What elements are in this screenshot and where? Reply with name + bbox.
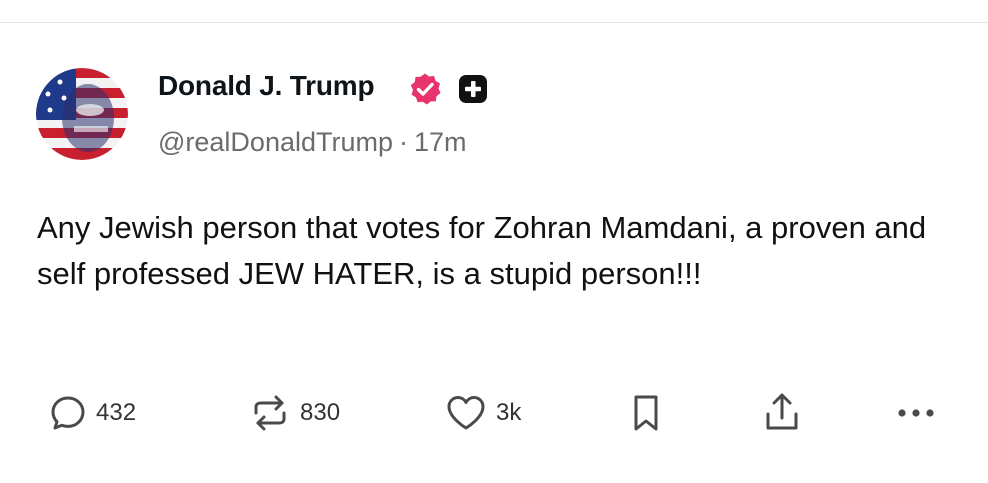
bookmark-button[interactable] bbox=[626, 388, 666, 438]
share-upload-icon bbox=[766, 393, 798, 430]
post-card: Donald J. Trump @realDonaldTrump · 17m Any… bbox=[0, 0, 988, 483]
avatar-image bbox=[36, 68, 128, 160]
bookmark-icon bbox=[634, 395, 658, 431]
post-text: Any Jewish person that votes for Zohran … bbox=[37, 210, 927, 291]
repost-count: 830 bbox=[300, 399, 341, 426]
post-timestamp[interactable]: 17m bbox=[414, 127, 467, 157]
author-name[interactable]: Donald J. Trump bbox=[158, 70, 375, 102]
heart-icon bbox=[447, 396, 485, 430]
repost-button[interactable]: 830 bbox=[248, 388, 340, 438]
reply-count: 432 bbox=[96, 399, 137, 426]
plus-badge-icon bbox=[459, 75, 487, 103]
action-bar: 432 830 3k bbox=[0, 388, 988, 438]
like-button[interactable]: 3k bbox=[444, 388, 521, 438]
reply-button[interactable]: 432 bbox=[48, 388, 136, 438]
separator-dot: · bbox=[399, 127, 408, 157]
comment-bubble-icon bbox=[51, 396, 85, 430]
repost-arrows-icon bbox=[254, 395, 286, 431]
avatar[interactable] bbox=[36, 68, 128, 160]
more-dots-icon bbox=[898, 409, 934, 417]
author-handle[interactable]: @realDonaldTrump bbox=[158, 127, 393, 157]
verified-badge-icon bbox=[410, 73, 441, 105]
like-count: 3k bbox=[496, 399, 522, 426]
more-options-button[interactable] bbox=[892, 388, 940, 438]
handle-line: @realDonaldTrump · 17m bbox=[158, 127, 467, 158]
share-button[interactable] bbox=[760, 388, 804, 438]
